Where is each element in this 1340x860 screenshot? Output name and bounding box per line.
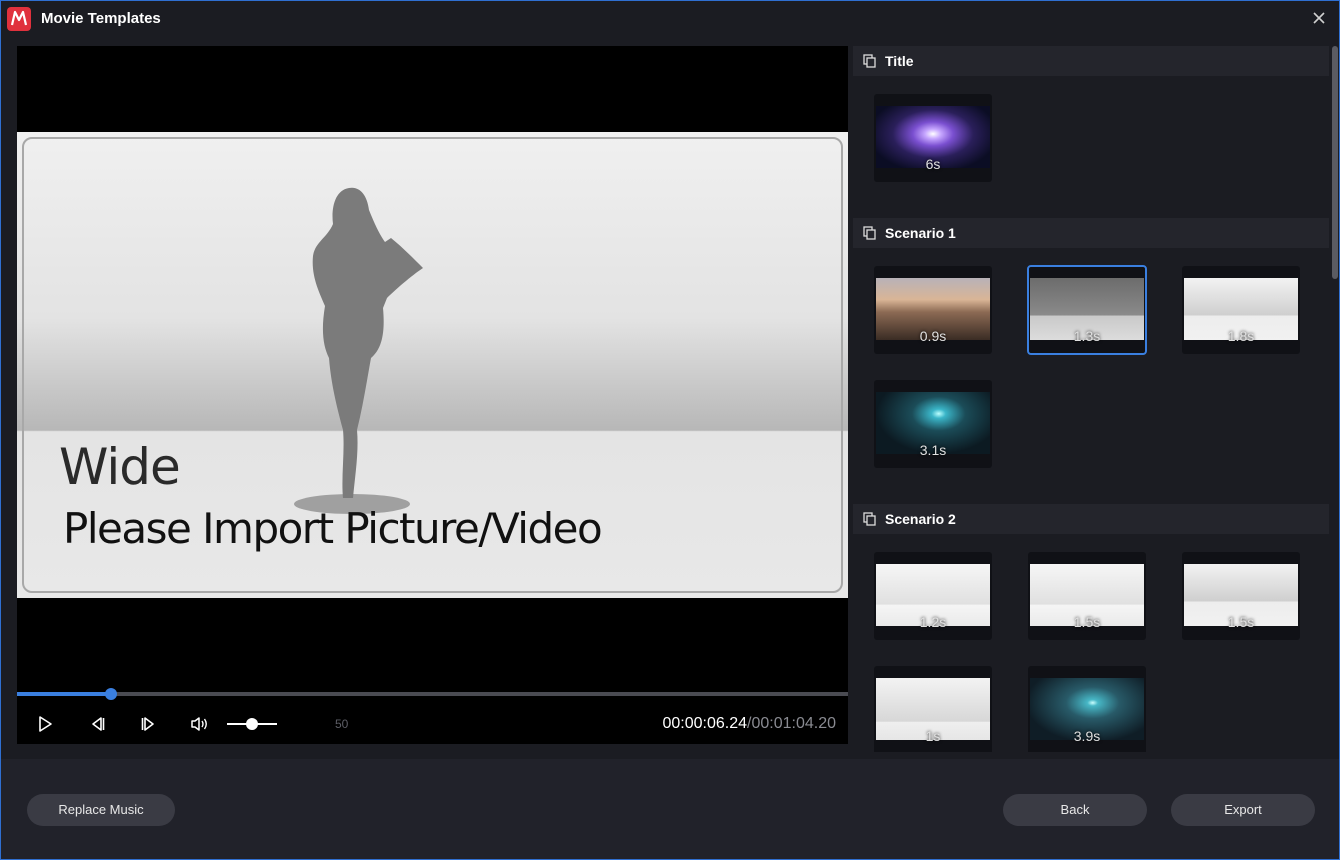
section-label: Scenario 2 [885, 511, 956, 527]
template-thumb-scenario-2-4[interactable]: 1s [874, 666, 992, 752]
template-thumb-scenario-1-1[interactable]: 0.9s [874, 266, 992, 354]
copy-icon [863, 54, 876, 68]
thumb-duration: 1.5s [1227, 614, 1255, 630]
scrollbar-thumb[interactable] [1332, 46, 1338, 279]
current-time: 00:00:06.24 [662, 715, 748, 732]
preview-subtitle: Please Import Picture/Video [63, 504, 603, 553]
preview-heading: Wide [59, 438, 181, 496]
thumb-duration: 3.1s [919, 442, 947, 458]
footer-bar: Replace Music Back Export [1, 759, 1339, 859]
back-button[interactable]: Back [1003, 794, 1147, 826]
thumb-duration: 1.8s [1227, 328, 1255, 344]
volume-slider[interactable] [227, 718, 277, 730]
title-bar: Movie Templates [1, 1, 1339, 37]
template-thumb-scenario-2-5[interactable]: 3.9s [1028, 666, 1146, 752]
playback-progress[interactable] [17, 688, 848, 700]
play-icon[interactable] [35, 714, 55, 734]
template-thumb-scenario-1-3[interactable]: 1.8s [1182, 266, 1300, 354]
thumb-duration: 0.9s [919, 328, 947, 344]
window-title: Movie Templates [41, 10, 161, 27]
section-label: Scenario 1 [885, 225, 956, 241]
thumb-duration: 1.3s [1073, 328, 1101, 344]
progress-fill [17, 692, 111, 696]
total-time: 00:01:04.20 [751, 715, 836, 732]
section-label: Title [885, 53, 914, 69]
export-button[interactable]: Export [1171, 794, 1315, 826]
thumb-duration: 1s [925, 728, 941, 744]
volume-handle[interactable] [246, 718, 258, 730]
volume-icon[interactable] [189, 714, 209, 734]
template-thumb-scenario-2-1[interactable]: 1.2s [874, 552, 992, 640]
thumb-duration: 1.5s [1073, 614, 1101, 630]
close-icon[interactable] [1311, 10, 1327, 26]
template-thumb-scenario-1-2[interactable]: 1.3s [1027, 265, 1147, 355]
previous-frame-icon[interactable] [87, 714, 107, 734]
replace-music-button[interactable]: Replace Music [27, 794, 175, 826]
volume-value: 50 [335, 717, 349, 731]
thumb-duration: 3.9s [1073, 728, 1101, 744]
silhouette-image [294, 187, 423, 514]
video-preview: Wide Please Import Picture/Video 50 00:0… [17, 46, 848, 744]
template-thumb-title[interactable]: 6s [874, 94, 992, 182]
copy-icon [863, 512, 876, 526]
film-app-icon [7, 7, 31, 31]
section-scenario-1-header: Scenario 1 [853, 218, 1329, 248]
thumb-duration: 6s [925, 156, 941, 172]
panel-scrollbar[interactable] [1331, 46, 1339, 752]
preview-stage[interactable]: Wide Please Import Picture/Video [17, 132, 848, 598]
copy-icon [863, 226, 876, 240]
progress-handle[interactable] [104, 688, 117, 700]
movie-templates-window: Movie Templates Wide Please Import Pictu… [0, 0, 1340, 860]
section-scenario-2-header: Scenario 2 [853, 504, 1329, 534]
template-thumb-scenario-1-4[interactable]: 3.1s [874, 380, 992, 468]
template-thumb-scenario-2-2[interactable]: 1.5s [1028, 552, 1146, 640]
template-list-panel: Title 6s Scenario 1 0.9s 1.3s 1.8s 3.1s [853, 46, 1329, 752]
template-thumb-scenario-2-3[interactable]: 1.5s [1182, 552, 1300, 640]
section-title-header: Title [853, 46, 1329, 76]
next-frame-icon[interactable] [139, 714, 159, 734]
timecode: 00:00:06.24/00:01:04.20 [662, 715, 836, 733]
thumb-duration: 1.2s [919, 614, 947, 630]
